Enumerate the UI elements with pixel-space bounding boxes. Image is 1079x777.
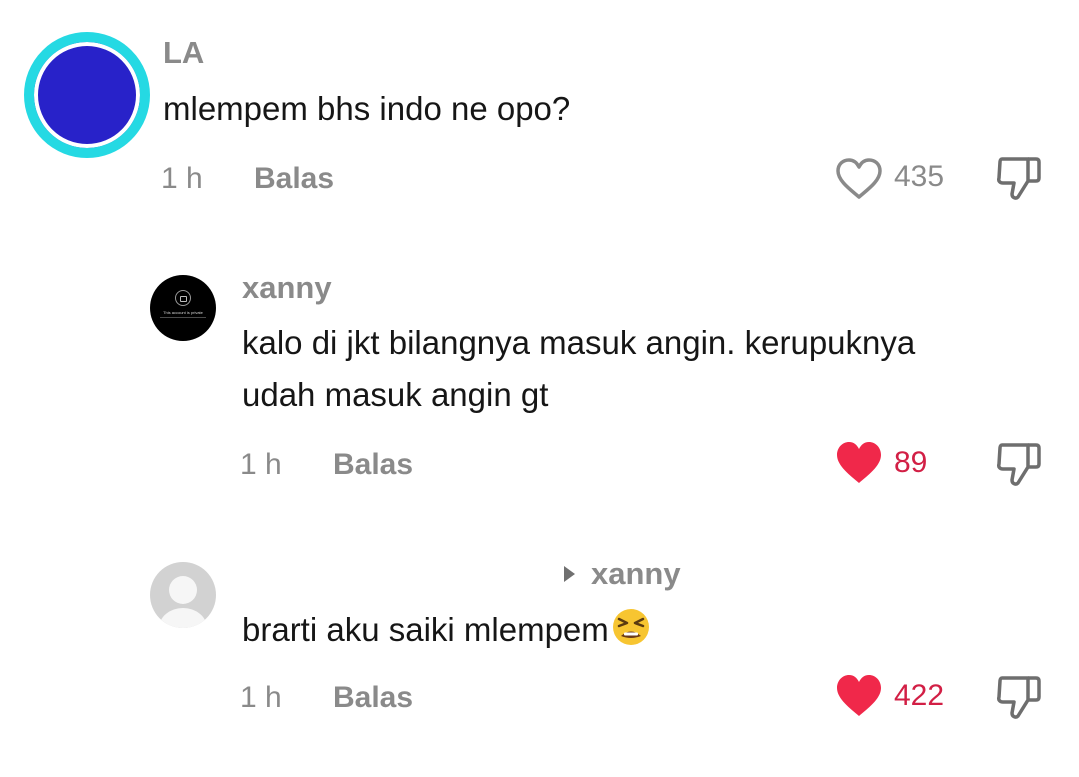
private-account-caption: This account is private — [163, 310, 203, 315]
user-avatar-xanny[interactable]: This account is private — [150, 275, 216, 341]
play-arrow-icon — [564, 566, 575, 582]
comment-text: mlempem bhs indo ne opo? — [163, 90, 571, 127]
reply-button[interactable]: Balas — [333, 447, 413, 483]
thumbs-down-icon — [997, 157, 1041, 200]
reply-to-indicator[interactable]: xanny — [564, 556, 681, 592]
reply-button[interactable]: Balas — [254, 161, 334, 197]
comment-timestamp: 1 h — [161, 162, 203, 195]
default-user-avatar[interactable] — [150, 562, 216, 628]
like-button[interactable] — [835, 157, 883, 201]
dislike-button[interactable] — [994, 154, 1044, 202]
user-avatar-la[interactable] — [24, 32, 150, 158]
reply-to-username[interactable]: xanny — [591, 556, 681, 591]
comment-timestamp: 1 h — [240, 448, 282, 481]
heart-outline-icon — [836, 158, 882, 199]
dislike-button[interactable] — [994, 440, 1044, 488]
avatar-head-shape — [169, 576, 197, 604]
comment-timestamp: 1 h — [240, 681, 282, 714]
like-count: 435 — [894, 160, 945, 193]
tired-face-emoji-icon — [611, 607, 651, 662]
comment-text: brarti aku saiki mlempem — [242, 604, 651, 662]
comment-username[interactable]: xanny — [242, 270, 332, 306]
comment-text-body: brarti aku saiki mlempem — [242, 611, 609, 648]
like-button[interactable] — [835, 674, 883, 718]
reply-button[interactable]: Balas — [333, 680, 413, 716]
heart-filled-icon — [837, 675, 881, 716]
lock-icon — [175, 290, 191, 306]
like-button[interactable] — [835, 441, 883, 485]
thumbs-down-icon — [997, 676, 1041, 719]
private-divider — [160, 317, 206, 318]
like-count: 422 — [894, 679, 945, 712]
dislike-button[interactable] — [994, 673, 1044, 721]
heart-filled-icon — [837, 442, 881, 483]
avatar-body-shape — [159, 608, 207, 628]
like-count: 89 — [894, 446, 928, 479]
thumbs-down-icon — [997, 443, 1041, 486]
comment-text-line-2: udah masuk angin gt — [242, 376, 549, 413]
comment-username[interactable]: LA — [163, 35, 204, 71]
comment-text-line-1: kalo di jkt bilangnya masuk angin. kerup… — [242, 324, 916, 361]
